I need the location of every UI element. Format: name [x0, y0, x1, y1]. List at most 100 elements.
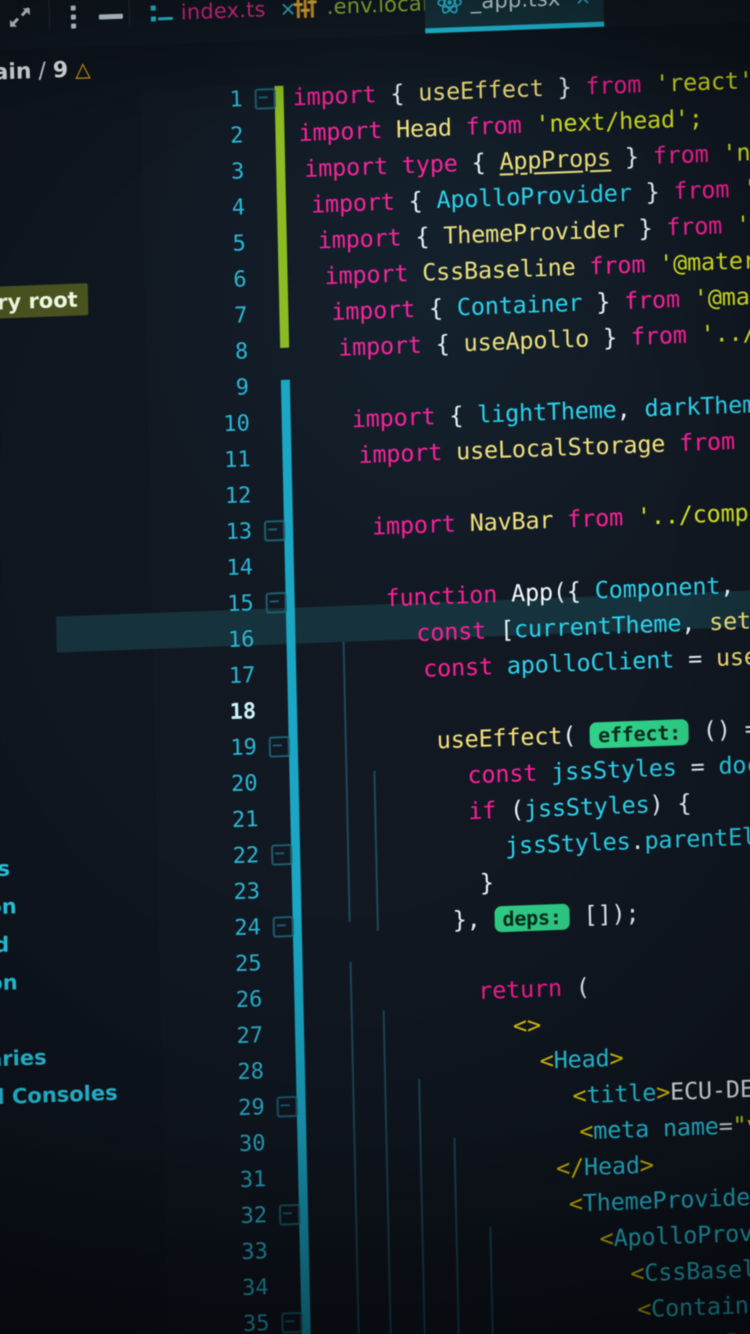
token-identifier: useEffect [436, 721, 563, 755]
code-line[interactable]: <Container> [637, 1290, 750, 1323]
token-keyword: from [666, 211, 723, 242]
code-line[interactable]: import NavBar from '../components/NavB [372, 493, 750, 541]
more-vertical-icon[interactable] [70, 5, 77, 29]
code-line[interactable]: jssStyles.parentElement.re [505, 818, 750, 860]
line-number: 29 [237, 1095, 265, 1122]
token-identifier: useApollo [463, 324, 590, 358]
token-string: '@apollo/cli [742, 168, 750, 203]
code-line[interactable]: if (jssStyles) { [468, 789, 692, 825]
line-number: 7 [233, 303, 248, 329]
code-line[interactable]: import Head from 'next/head'; [298, 104, 703, 147]
inlay-hint-effect: effect: [589, 718, 690, 749]
line-number-current: 18 [229, 699, 257, 726]
sidebar-item-label: library root [0, 287, 78, 317]
token-string: 'next/app'; [722, 133, 750, 168]
ide-window: index.ts × .env.local × [0, 0, 750, 1334]
line-number: 23 [233, 879, 261, 906]
fold-toggle-icon[interactable] [278, 1203, 301, 1226]
token-jsx-tag: Container [650, 1290, 750, 1323]
list-item[interactable]: fig.json [0, 970, 18, 997]
line-number: 35 [242, 1311, 270, 1334]
token-keyword: import [310, 187, 395, 219]
token-keyword: from [585, 70, 642, 101]
token-keyword: from [623, 284, 681, 316]
token-string: '@material-ui/c [693, 276, 750, 313]
code-line[interactable]: import { lightTheme, darkTheme } from ' [351, 385, 750, 434]
line-number: 13 [225, 519, 253, 546]
token-keyword: from [566, 503, 624, 534]
tab-label: index.ts [180, 0, 266, 25]
token-jsx-tag: ThemeProvider [582, 1182, 750, 1218]
code-line[interactable]: }, deps: []); [452, 899, 639, 934]
list-item[interactable]: es and Consoles [0, 1081, 118, 1112]
expand-icon[interactable] [9, 7, 31, 28]
code-line[interactable]: </Head> [556, 1151, 654, 1183]
code-editor[interactable]: 1 2 3 4 5 6 7 8 9 10 11 12 13 14 15 16 1… [55, 62, 750, 1334]
code-line[interactable]: <NavBar set [670, 1324, 750, 1334]
token-class: ThemeProvider [442, 215, 625, 250]
problem-count[interactable]: 9 [53, 57, 69, 83]
fold-toggle-icon[interactable] [268, 735, 291, 758]
list-item[interactable]: l Libraries [0, 1045, 47, 1073]
screenshot-stage: index.ts × .env.local × [0, 0, 750, 1334]
fold-toggle-icon[interactable] [254, 88, 276, 110]
token-variable: setCurrentThe [708, 601, 750, 637]
line-number: 20 [230, 771, 258, 798]
fold-toggle-icon[interactable] [276, 1095, 298, 1118]
code-line[interactable]: useEffect( effect: () => { [436, 713, 750, 755]
token-identifier: useEffect [417, 73, 544, 107]
line-number: 26 [235, 987, 263, 1014]
fold-toggle-icon[interactable] [270, 843, 293, 866]
git-branch-label[interactable]: main [0, 59, 32, 86]
token-string: '../graphql/cli [700, 312, 750, 349]
code-line[interactable]: return ( [478, 973, 590, 1005]
line-number: 19 [230, 735, 258, 762]
line-number: 3 [230, 159, 245, 185]
code-line[interactable]: <Head> [539, 1044, 623, 1075]
code-line[interactable]: } [480, 868, 495, 897]
code-line[interactable]: <ApolloProvider cl [599, 1215, 750, 1253]
list-item[interactable]: ge.json [0, 894, 17, 921]
token-keyword: import [337, 330, 423, 362]
code-line[interactable]: <title>ECU-DEV</titl [572, 1071, 750, 1109]
code-line[interactable]: <ThemeProvider theme [569, 1179, 750, 1217]
code-line[interactable]: const jssStyles = document.qu [467, 746, 750, 790]
code-line[interactable]: <meta name="viewport [579, 1107, 750, 1145]
token-variable: jssStyles [504, 827, 631, 860]
list-item[interactable]: nv.d.ts [0, 857, 10, 884]
line-number: 12 [224, 483, 252, 510]
fold-toggle-icon[interactable] [265, 591, 287, 614]
code-line[interactable]: <> [513, 1011, 541, 1040]
code-line[interactable]: function App({ Component, pageProps } [385, 565, 750, 612]
sidebar-item-library-root[interactable]: library root [0, 283, 88, 322]
token-keyword: from [678, 427, 736, 458]
sidebar-item-label: ge.json [0, 894, 17, 922]
fold-toggle-icon[interactable] [263, 519, 286, 542]
token-jsx-tag: CssBaseline [644, 1253, 750, 1287]
warning-triangle-icon[interactable]: △ [75, 57, 91, 82]
fold-toggle-icon[interactable] [272, 915, 294, 938]
token-variable: jssStyles [550, 753, 677, 787]
line-number: 8 [234, 339, 249, 365]
line-number: 9 [235, 375, 250, 401]
token-class: ApolloProvider [436, 178, 632, 215]
list-item[interactable]: ME.md [0, 933, 10, 960]
line-number: 11 [223, 447, 251, 474]
line-number: 32 [240, 1203, 268, 1230]
fold-toggle-icon[interactable] [281, 1311, 303, 1334]
token-jsx-tag: Head [583, 1151, 641, 1182]
code-line[interactable]: <CssBaseline /> [630, 1252, 750, 1287]
line-number: 25 [234, 951, 262, 978]
code-content[interactable]: import { useEffect } from 'react'; 8.23 … [292, 59, 750, 1334]
token-class: Container [456, 288, 583, 322]
minimize-icon[interactable] [98, 13, 123, 20]
line-number: 6 [233, 267, 247, 293]
token-keyword: from [673, 175, 730, 206]
line-number: 14 [226, 555, 254, 582]
line-number: 4 [231, 195, 246, 221]
line-number: 30 [238, 1131, 266, 1158]
env-settings-icon [293, 0, 319, 19]
sidebar-item-label: ME.md [0, 932, 10, 960]
tab-close-icon[interactable]: × [574, 0, 591, 10]
token-keyword: const [422, 652, 494, 683]
